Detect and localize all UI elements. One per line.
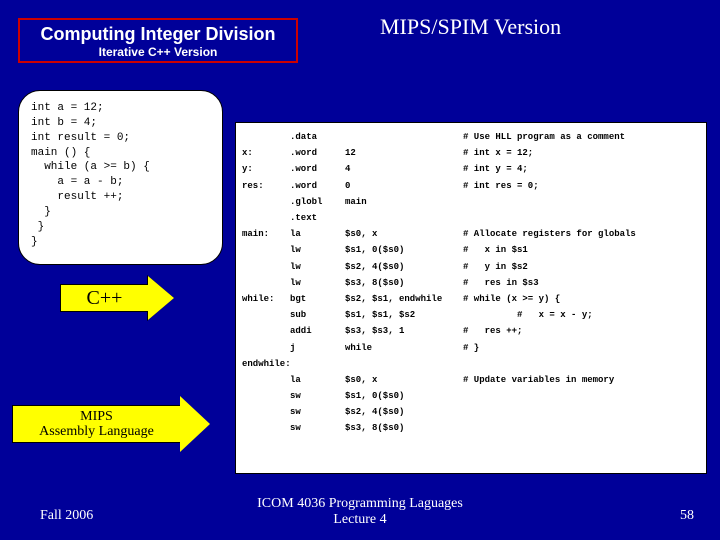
version-label: MIPS/SPIM Version bbox=[380, 14, 561, 40]
title-sub: Iterative C++ Version bbox=[26, 45, 290, 59]
asm-directive: .data bbox=[290, 132, 345, 142]
asm-comment: # res ++; bbox=[463, 326, 702, 336]
arrow-head-icon bbox=[180, 396, 210, 452]
asm-arg: $s2, 4($s0) bbox=[345, 262, 463, 272]
asm-directive: .word bbox=[290, 181, 345, 191]
footer-center-l2: Lecture 4 bbox=[333, 512, 386, 527]
asm-arg: $s0, x bbox=[345, 229, 463, 239]
asm-directive: addi bbox=[290, 326, 345, 336]
asm-arg: $s0, x bbox=[345, 375, 463, 385]
asm-label: endwhile: bbox=[240, 359, 290, 369]
asm-arg: $s1, 0($s0) bbox=[345, 245, 463, 255]
footer-center: ICOM 4036 Programming Laguages Lecture 4 bbox=[0, 496, 720, 528]
asm-label: x: bbox=[240, 148, 290, 158]
asm-directive: lw bbox=[290, 262, 345, 272]
asm-row: sw$s3, 8($s0) bbox=[240, 420, 702, 436]
cpp-arrow: C++ bbox=[60, 276, 174, 320]
asm-directive: j bbox=[290, 343, 345, 353]
asm-arg: $s3, $s3, 1 bbox=[345, 326, 463, 336]
footer-center-l1: ICOM 4036 Programming Laguages bbox=[257, 496, 463, 511]
asm-row: la$s0, x# Update variables in memory bbox=[240, 372, 702, 388]
asm-arg: $s2, 4($s0) bbox=[345, 407, 463, 417]
asm-comment: # Update variables in memory bbox=[463, 375, 702, 385]
asm-row: sw$s2, 4($s0) bbox=[240, 404, 702, 420]
mips-arrow: MIPS Assembly Language bbox=[12, 396, 210, 452]
asm-arg: while bbox=[345, 343, 463, 353]
mips-arrow-label: MIPS Assembly Language bbox=[12, 405, 180, 443]
asm-directive: la bbox=[290, 229, 345, 239]
asm-comment: # x in $s1 bbox=[463, 245, 702, 255]
asm-row: addi$s3, $s3, 1# res ++; bbox=[240, 323, 702, 339]
mips-arrow-line2: Assembly Language bbox=[39, 424, 154, 439]
asm-row: lw$s2, 4($s0)# y in $s2 bbox=[240, 259, 702, 275]
asm-directive: .word bbox=[290, 164, 345, 174]
asm-comment: # x = x - y; bbox=[463, 310, 702, 320]
asm-label: y: bbox=[240, 164, 290, 174]
asm-comment: # Use HLL program as a comment bbox=[463, 132, 702, 142]
asm-comment: # Allocate registers for globals bbox=[463, 229, 702, 239]
asm-row: sw$s1, 0($s0) bbox=[240, 388, 702, 404]
asm-directive: sw bbox=[290, 391, 345, 401]
arrow-head-icon bbox=[148, 276, 174, 320]
asm-comment: # int x = 12; bbox=[463, 148, 702, 158]
asm-directive: lw bbox=[290, 245, 345, 255]
asm-directive: la bbox=[290, 375, 345, 385]
asm-directive: sw bbox=[290, 423, 345, 433]
asm-row: .globlmain bbox=[240, 194, 702, 210]
asm-arg: $s1, 0($s0) bbox=[345, 391, 463, 401]
asm-comment: # int y = 4; bbox=[463, 164, 702, 174]
asm-arg: 4 bbox=[345, 164, 463, 174]
asm-label: while: bbox=[240, 294, 290, 304]
asm-row: sub$s1, $s1, $s2 # x = x - y; bbox=[240, 307, 702, 323]
cpp-arrow-label: C++ bbox=[60, 284, 148, 312]
asm-comment: # while (x >= y) { bbox=[463, 294, 702, 304]
asm-row: endwhile: bbox=[240, 356, 702, 372]
asm-row: while:bgt$s2, $s1, endwhile# while (x >=… bbox=[240, 291, 702, 307]
asm-directive: .globl bbox=[290, 197, 345, 207]
asm-arg: 0 bbox=[345, 181, 463, 191]
asm-arg: $s2, $s1, endwhile bbox=[345, 294, 463, 304]
asm-row: res:.word0# int res = 0; bbox=[240, 178, 702, 194]
asm-label: main: bbox=[240, 229, 290, 239]
asm-row: .text bbox=[240, 210, 702, 226]
asm-row: main:la$s0, x# Allocate registers for gl… bbox=[240, 226, 702, 242]
asm-row: x:.word12# int x = 12; bbox=[240, 145, 702, 161]
asm-arg: $s1, $s1, $s2 bbox=[345, 310, 463, 320]
asm-comment: # int res = 0; bbox=[463, 181, 702, 191]
asm-row: lw$s3, 8($s0)# res in $s3 bbox=[240, 275, 702, 291]
asm-directive: bgt bbox=[290, 294, 345, 304]
asm-arg: $s3, 8($s0) bbox=[345, 278, 463, 288]
asm-arg: main bbox=[345, 197, 463, 207]
title-main: Computing Integer Division bbox=[26, 24, 290, 45]
asm-directive: sub bbox=[290, 310, 345, 320]
asm-arg: 12 bbox=[345, 148, 463, 158]
asm-directive: .text bbox=[290, 213, 345, 223]
asm-comment: # res in $s3 bbox=[463, 278, 702, 288]
asm-directive: sw bbox=[290, 407, 345, 417]
asm-row: jwhile# } bbox=[240, 339, 702, 355]
asm-comment: # } bbox=[463, 343, 702, 353]
footer-left: Fall 2006 bbox=[40, 508, 93, 524]
asm-row: lw$s1, 0($s0)# x in $s1 bbox=[240, 242, 702, 258]
mips-arrow-line1: MIPS bbox=[39, 409, 154, 424]
cpp-code-box: int a = 12; int b = 4; int result = 0; m… bbox=[18, 90, 223, 265]
asm-arg: $s3, 8($s0) bbox=[345, 423, 463, 433]
asm-row: y:.word4# int y = 4; bbox=[240, 161, 702, 177]
asm-comment: # y in $s2 bbox=[463, 262, 702, 272]
asm-row: .data # Use HLL program as a comment bbox=[240, 129, 702, 145]
asm-label: res: bbox=[240, 181, 290, 191]
asm-directive: .word bbox=[290, 148, 345, 158]
footer-page-number: 58 bbox=[680, 508, 694, 524]
asm-code-box: .data# Use HLL program as a commentx:.wo… bbox=[235, 122, 707, 474]
asm-directive: lw bbox=[290, 278, 345, 288]
title-box: Computing Integer Division Iterative C++… bbox=[18, 18, 298, 63]
